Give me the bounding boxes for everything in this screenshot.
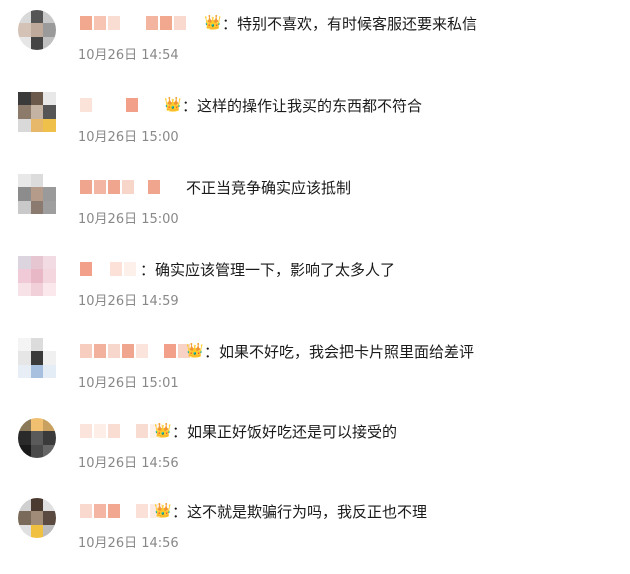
comment-text: ：如果不好吃，我会把卡片照里面给差评	[204, 343, 475, 361]
comment-text: ：特别不喜欢，有时候客服还要来私信	[222, 15, 478, 33]
avatar[interactable]	[18, 418, 56, 458]
avatar[interactable]	[18, 10, 56, 50]
comment-item: 👑 ：这样的操作让我买的东西都不符合 10月26日 15:00	[0, 88, 630, 168]
crown-icon: 👑	[154, 423, 172, 439]
crown-icon: 👑	[186, 343, 204, 359]
comment-item: 👑 ：如果不好吃，我会把卡片照里面给差评 10月26日 15:01	[0, 334, 630, 414]
comment-time: 10月26日 15:00	[78, 212, 179, 227]
comment-text: ：这样的操作让我买的东西都不符合	[182, 97, 423, 115]
username[interactable]	[80, 180, 160, 194]
comment-time: 10月26日 14:56	[78, 536, 179, 551]
comment-text: ：确实应该管理一下，影响了太多人了	[140, 261, 396, 279]
comment-item: 👑 ：如果正好饭好吃还是可以接受的 10月26日 14:56	[0, 414, 630, 494]
username[interactable]	[80, 504, 162, 518]
comment-text: ：这不就是欺骗行为吗，我反正也不理	[172, 503, 428, 521]
avatar[interactable]	[18, 498, 56, 538]
comment-item: ：确实应该管理一下，影响了太多人了 10月26日 14:59	[0, 252, 630, 332]
comment-item: 不正当竞争确实应该抵制 10月26日 15:00	[0, 170, 630, 250]
username[interactable]	[80, 424, 162, 438]
comment-item: 👑 ：特别不喜欢，有时候客服还要来私信 10月26日 14:54	[0, 6, 630, 86]
crown-icon: 👑	[164, 97, 182, 113]
comment-time: 10月26日 14:54	[78, 48, 179, 63]
comment-time: 10月26日 15:01	[78, 376, 179, 391]
username[interactable]	[80, 262, 136, 276]
crown-icon: 👑	[204, 15, 222, 31]
username[interactable]	[80, 16, 186, 30]
comment-text: ：如果正好饭好吃还是可以接受的	[172, 423, 398, 441]
comment-time: 10月26日 14:59	[78, 294, 179, 309]
crown-icon: 👑	[154, 503, 172, 519]
avatar[interactable]	[18, 338, 56, 378]
avatar[interactable]	[18, 256, 56, 296]
username[interactable]	[80, 98, 138, 112]
avatar[interactable]	[18, 92, 56, 132]
comment-time: 10月26日 14:56	[78, 456, 179, 471]
comment-item: 👑 ：这不就是欺骗行为吗，我反正也不理 10月26日 14:56	[0, 494, 630, 574]
comment-time: 10月26日 15:00	[78, 130, 179, 145]
comment-text: 不正当竞争确实应该抵制	[186, 179, 352, 197]
username[interactable]	[80, 344, 190, 358]
avatar[interactable]	[18, 174, 56, 214]
